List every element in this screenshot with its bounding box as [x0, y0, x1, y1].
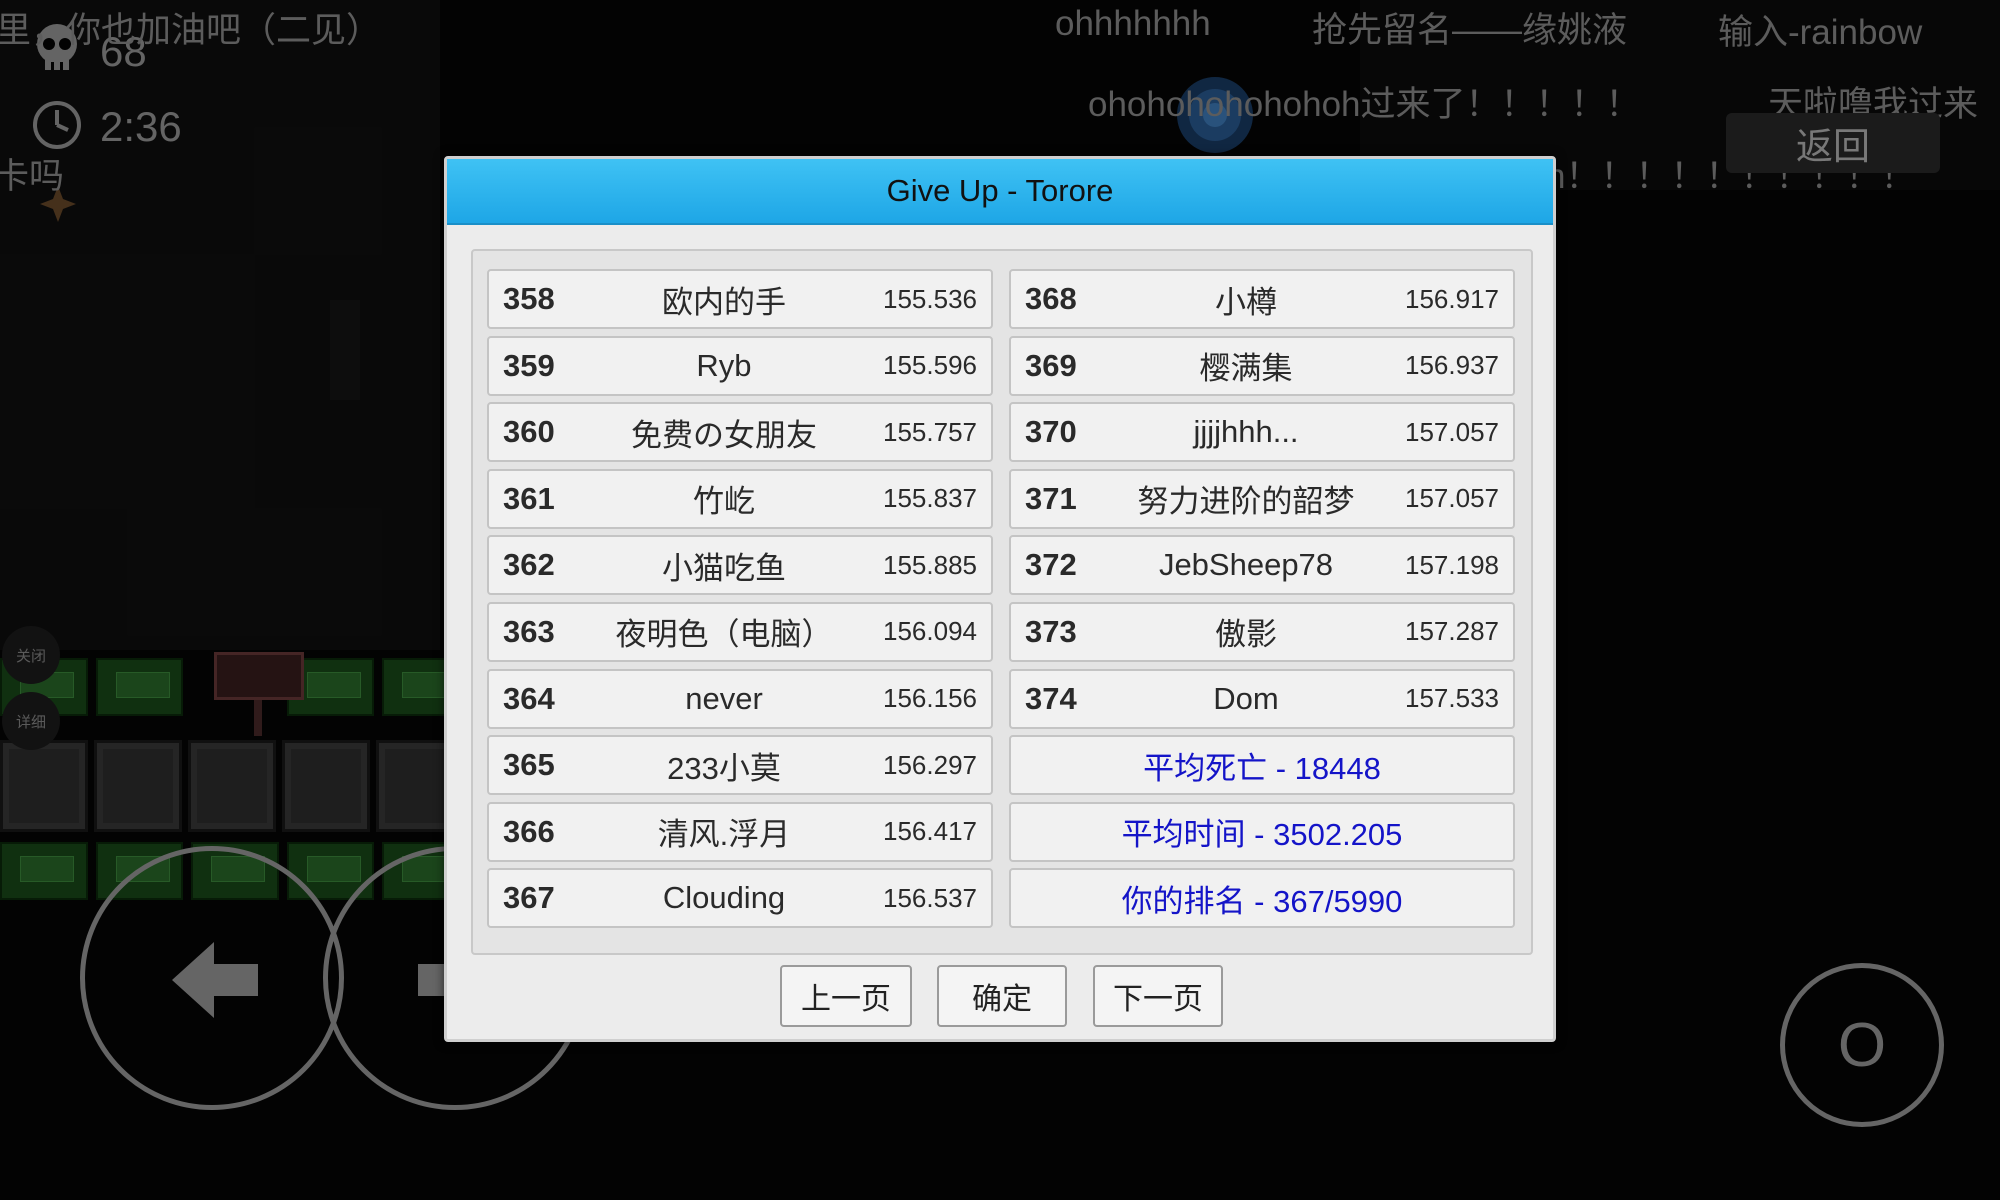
clear-time: 156.417 [883, 816, 977, 847]
rank-row: 374 Dom 157.533 [1009, 668, 1515, 729]
rank-number: 360 [503, 414, 555, 450]
clear-time: 156.537 [883, 882, 977, 913]
clear-time: 157.198 [1405, 549, 1499, 580]
player-name: 清风.浮月 [657, 817, 791, 853]
rank-row: 366 清风.浮月 156.417 [487, 801, 993, 862]
rank-number: 358 [503, 281, 555, 316]
player-name: jjjjhhh... [1193, 414, 1299, 450]
clear-time: 156.094 [883, 616, 977, 647]
player-name: 免费の女朋友 [631, 417, 817, 453]
average-time: 平均时间 - 3502.205 [1009, 801, 1515, 862]
rank-row: 361 竹屹 155.837 [487, 468, 993, 529]
clear-time: 155.757 [883, 416, 977, 447]
rank-number: 365 [503, 747, 555, 783]
player-name: 努力进阶的韶梦 [1137, 484, 1355, 520]
player-name: 樱满集 [1199, 351, 1293, 387]
clear-time: 157.533 [1405, 683, 1499, 714]
clear-time: 156.937 [1405, 350, 1499, 381]
player-name: Ryb [696, 347, 752, 383]
ranking-column-left: 358 欧内的手 155.536 359 Ryb 155.596 360 免费の女朋友 155.… [487, 269, 993, 935]
player-name: never [685, 680, 763, 716]
rank-row: 363 夜明色（电脑） 156.094 [487, 601, 993, 662]
rank-number: 359 [503, 347, 555, 383]
rank-row: 362 小猫吃鱼 155.885 [487, 535, 993, 596]
rank-number: 364 [503, 680, 555, 716]
rank-row: 364 never 156.156 [487, 668, 993, 729]
ranking-column-right: 368 小樽 156.917 369 樱满集 156.937 370 jjjjhhh... 15… [1009, 269, 1515, 935]
rank-number: 366 [503, 813, 555, 849]
clear-time: 155.596 [883, 350, 977, 381]
rank-number: 363 [503, 613, 555, 649]
prev-page-button[interactable]: 上一页 [780, 965, 912, 1027]
player-name: 竹屹 [693, 484, 755, 520]
rank-number: 370 [1025, 414, 1077, 450]
player-name: Clouding [662, 880, 786, 916]
rank-row: 371 努力进阶的韶梦 157.057 [1009, 468, 1515, 529]
clear-time: 155.837 [883, 483, 977, 514]
rank-number: 373 [1025, 613, 1077, 649]
player-name: JebSheep78 [1158, 547, 1334, 583]
player-name: 233小莫 [667, 750, 781, 786]
next-page-button[interactable]: 下一页 [1093, 965, 1223, 1027]
rank-row: 368 小樽 156.917 [1009, 269, 1515, 329]
player-name: 夜明色（电脑） [615, 617, 833, 653]
leaderboard-dialog: Give Up - Torore 358 欧内的手 155.536 359 Ryb 155… [444, 156, 1556, 1042]
clear-time: 155.885 [883, 549, 977, 580]
confirm-button[interactable]: 确定 [937, 965, 1067, 1027]
rank-row: 369 樱满集 156.937 [1009, 335, 1515, 396]
clear-time: 157.287 [1405, 616, 1499, 647]
dialog-button-bar: 上一页 确定 下一页 [447, 965, 1553, 1029]
rank-number: 367 [503, 880, 555, 916]
dialog-title: Give Up - Torore [447, 159, 1553, 225]
rank-number: 368 [1025, 281, 1077, 316]
my-rank: 你的排名 - 367/5990 [1009, 868, 1515, 929]
average-deaths: 平均死亡 - 18448 [1009, 735, 1515, 796]
rank-row: 365 233小莫 156.297 [487, 735, 993, 796]
player-name: 欧内的手 [662, 284, 786, 320]
player-name: 傲影 [1215, 617, 1277, 653]
rank-row: 360 免费の女朋友 155.757 [487, 402, 993, 463]
rank-number: 362 [503, 547, 555, 583]
rank-row: 370 jjjjhhh... 157.057 [1009, 402, 1515, 463]
rank-number: 374 [1025, 680, 1077, 716]
clear-time: 157.057 [1405, 416, 1499, 447]
rank-row: 372 JebSheep78 157.198 [1009, 535, 1515, 596]
clear-time: 156.297 [883, 749, 977, 780]
rank-number: 361 [503, 480, 555, 516]
player-name: 小猫吃鱼 [662, 550, 786, 586]
ranking-panel: 358 欧内的手 155.536 359 Ryb 155.596 360 免费の女朋友 155.… [471, 249, 1533, 955]
rank-row: 367 Clouding 156.537 [487, 868, 993, 929]
clear-time: 156.156 [883, 683, 977, 714]
rank-number: 369 [1025, 347, 1077, 383]
rank-row: 373 傲影 157.287 [1009, 601, 1515, 662]
clear-time: 157.057 [1405, 483, 1499, 514]
rank-row: 359 Ryb 155.596 [487, 335, 993, 396]
player-name: 小樽 [1215, 284, 1277, 320]
player-name: Dom [1213, 680, 1279, 716]
rank-number: 371 [1025, 480, 1077, 516]
rank-number: 372 [1025, 547, 1077, 583]
rank-row: 358 欧内的手 155.536 [487, 269, 993, 329]
clear-time: 156.917 [1405, 283, 1499, 314]
clear-time: 155.536 [883, 283, 977, 314]
